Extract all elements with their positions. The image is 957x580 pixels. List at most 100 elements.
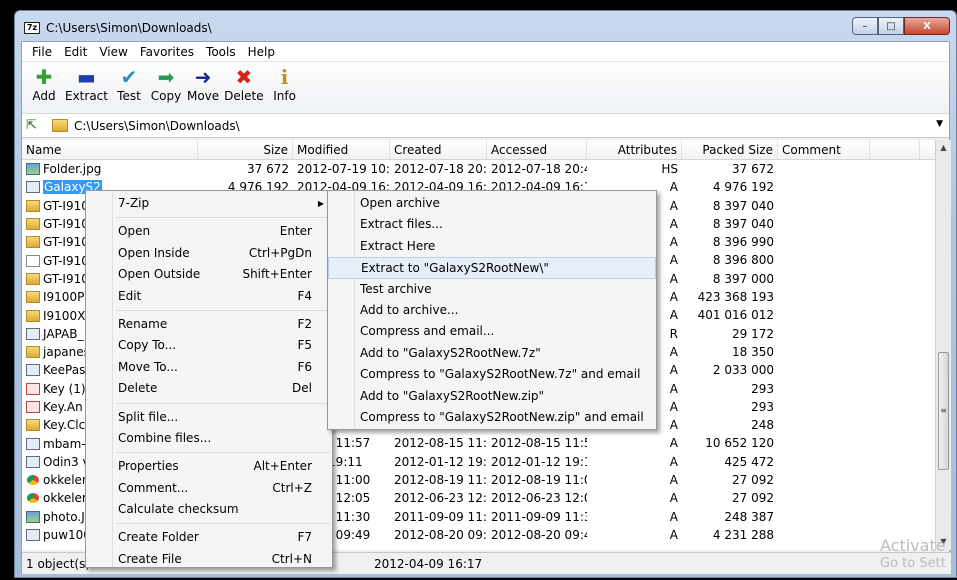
minimize-button[interactable]: – bbox=[852, 17, 878, 35]
cell-comment bbox=[778, 215, 870, 233]
menu-item-create-file[interactable]: Create File Ctrl+N bbox=[86, 549, 332, 570]
copy-button[interactable]: ➡ Copy bbox=[150, 66, 182, 113]
cell-comment bbox=[778, 343, 870, 361]
delete-button[interactable]: ✖ Delete bbox=[224, 66, 263, 113]
menu-item-label: Edit bbox=[118, 288, 142, 303]
menu-help[interactable]: Help bbox=[242, 45, 281, 59]
file-name-cell[interactable]: Folder.jpg bbox=[22, 160, 198, 178]
activation-watermark: Activate bbox=[880, 536, 946, 555]
scroll-thumb[interactable]: ≡ bbox=[938, 352, 949, 470]
column-packed-size[interactable]: Packed Size bbox=[682, 140, 778, 159]
move-label: Move bbox=[186, 89, 220, 103]
column-accessed[interactable]: Accessed bbox=[487, 140, 587, 159]
menu-view[interactable]: View bbox=[93, 45, 133, 59]
cell-comment bbox=[778, 416, 870, 434]
menu-tools[interactable]: Tools bbox=[200, 45, 242, 59]
submenu-item-11[interactable]: Compress to "GalaxyS2RootNew.zip" and em… bbox=[328, 407, 656, 428]
menu-favorites[interactable]: Favorites bbox=[134, 45, 200, 59]
vertical-scrollbar[interactable]: ▲ ≡ ▼ bbox=[935, 140, 951, 550]
cell-comment bbox=[778, 361, 870, 379]
submenu-item-10[interactable]: Add to "GalaxyS2RootNew.zip" bbox=[328, 386, 656, 407]
menu-item-label: Calculate checksum bbox=[118, 502, 239, 517]
menu-item-properties[interactable]: Properties Alt+Enter bbox=[86, 456, 332, 477]
submenu-item-9[interactable]: Compress to "GalaxyS2RootNew.7z" and ema… bbox=[328, 364, 656, 385]
menu-item-open-outside[interactable]: Open Outside Shift+Enter bbox=[86, 264, 332, 285]
cell-created: 2012-08-20 09:49 bbox=[394, 527, 487, 542]
menu-item-7-zip[interactable]: 7-Zip ▶ bbox=[86, 193, 332, 214]
submenu-item-3[interactable]: Extract Here bbox=[328, 236, 656, 257]
column-created[interactable]: Created bbox=[390, 140, 487, 159]
column-modified[interactable]: Modified bbox=[293, 140, 390, 159]
file-name: KeePas bbox=[43, 363, 86, 378]
chevron-down-icon[interactable]: ▼ bbox=[936, 119, 943, 129]
cell-accessed: 2012-08-19 11:00 bbox=[491, 473, 587, 488]
column-attributes[interactable]: Attributes bbox=[587, 140, 682, 159]
menu-item-label: Open bbox=[118, 224, 151, 239]
close-button[interactable]: X bbox=[904, 17, 950, 35]
submenu-item-label: Test archive bbox=[360, 281, 432, 296]
move-button[interactable]: ➜ Move bbox=[187, 66, 219, 113]
cell-created: 2012-06-23 12:05 bbox=[394, 491, 487, 506]
file-name: Folder.jpg bbox=[43, 162, 102, 177]
menu-shortcut: F2 bbox=[297, 316, 312, 331]
cell-comment bbox=[778, 434, 870, 452]
info-label: Info bbox=[273, 89, 296, 103]
extract-button[interactable]: ▬ Extract bbox=[65, 66, 108, 113]
cell-attr: A bbox=[669, 473, 678, 488]
menu-item-delete[interactable]: Delete Del bbox=[86, 378, 332, 399]
cell-packed: 8 396 800 bbox=[712, 253, 774, 268]
file-name: puw100 bbox=[43, 528, 91, 543]
menu-item-label: Move To... bbox=[118, 359, 178, 374]
menu-item-create-folder[interactable]: Create Folder F7 bbox=[86, 527, 332, 548]
submenu-item-label: Extract Here bbox=[360, 238, 436, 253]
menu-edit[interactable]: Edit bbox=[58, 45, 93, 59]
cell-packed: 10 652 120 bbox=[705, 436, 774, 451]
menu-item-calculate-checksum[interactable]: Calculate checksum bbox=[86, 499, 332, 520]
menu-item-open[interactable]: Open Enter bbox=[86, 221, 332, 242]
menu-file[interactable]: File bbox=[26, 45, 58, 59]
scroll-up-icon[interactable]: ▲ bbox=[936, 140, 951, 156]
file-name: GT-I910 bbox=[43, 235, 89, 250]
folder-up-icon[interactable]: ⇱ bbox=[26, 118, 46, 133]
menu-item-open-inside[interactable]: Open Inside Ctrl+PgDn bbox=[86, 243, 332, 264]
file-name: Odin3 v bbox=[43, 454, 90, 469]
activation-watermark-sub: Go to Sett bbox=[880, 556, 946, 571]
cell-comment bbox=[778, 270, 870, 288]
window-controls: – □ X bbox=[852, 17, 950, 35]
menu-item-edit[interactable]: Edit F4 bbox=[86, 286, 332, 307]
folder-icon bbox=[52, 119, 68, 132]
address-path[interactable]: C:\Users\Simon\Downloads\ bbox=[74, 119, 240, 133]
title-bar[interactable]: 7z C:\Users\Simon\Downloads\ – □ X bbox=[15, 11, 956, 41]
address-bar[interactable]: ⇱ C:\Users\Simon\Downloads\ ▼ bbox=[22, 114, 949, 138]
extract-label: Extract bbox=[65, 89, 108, 103]
cell-comment bbox=[778, 471, 870, 489]
table-row[interactable]: Folder.jpg 37 672 2012-07-19 10:04 2012-07-… bbox=[22, 160, 951, 178]
submenu-item-1[interactable]: Open archive bbox=[328, 193, 656, 214]
info-button[interactable]: i Info bbox=[269, 66, 301, 113]
submenu-item-8[interactable]: Add to "GalaxyS2RootNew.7z" bbox=[328, 343, 656, 364]
column-size[interactable]: Size bbox=[198, 140, 293, 159]
maximize-button[interactable]: □ bbox=[878, 17, 904, 35]
cell-packed: 293 bbox=[751, 381, 774, 396]
submenu-item-5[interactable]: Test archive bbox=[328, 279, 656, 300]
menu-item-split-file[interactable]: Split file... bbox=[86, 407, 332, 428]
menu-item-comment[interactable]: Comment... Ctrl+Z bbox=[86, 478, 332, 499]
column-comment[interactable]: Comment bbox=[778, 140, 870, 159]
test-button[interactable]: ✔ Test bbox=[113, 66, 145, 113]
cell-comment bbox=[778, 251, 870, 269]
menu-item-combine-files[interactable]: Combine files... bbox=[86, 428, 332, 449]
submenu-item-7[interactable]: Compress and email... bbox=[328, 321, 656, 342]
cell-comment bbox=[778, 288, 870, 306]
menu-item-move-to[interactable]: Move To... F6 bbox=[86, 357, 332, 378]
menu-item-rename[interactable]: Rename F2 bbox=[86, 314, 332, 335]
submenu-item-4[interactable]: Extract to "GalaxyS2RootNew\" bbox=[328, 257, 656, 279]
add-button[interactable]: ✚ Add bbox=[28, 66, 60, 113]
menu-separator bbox=[116, 452, 330, 454]
column-name[interactable]: Name bbox=[22, 140, 198, 159]
submenu-item-2[interactable]: Extract files... bbox=[328, 214, 656, 235]
menu-item-label: 7-Zip bbox=[118, 196, 150, 210]
folder-file-icon bbox=[26, 291, 40, 304]
cell-comment bbox=[778, 526, 870, 544]
menu-item-copy-to[interactable]: Copy To... F5 bbox=[86, 335, 332, 356]
submenu-item-6[interactable]: Add to archive... bbox=[328, 300, 656, 321]
